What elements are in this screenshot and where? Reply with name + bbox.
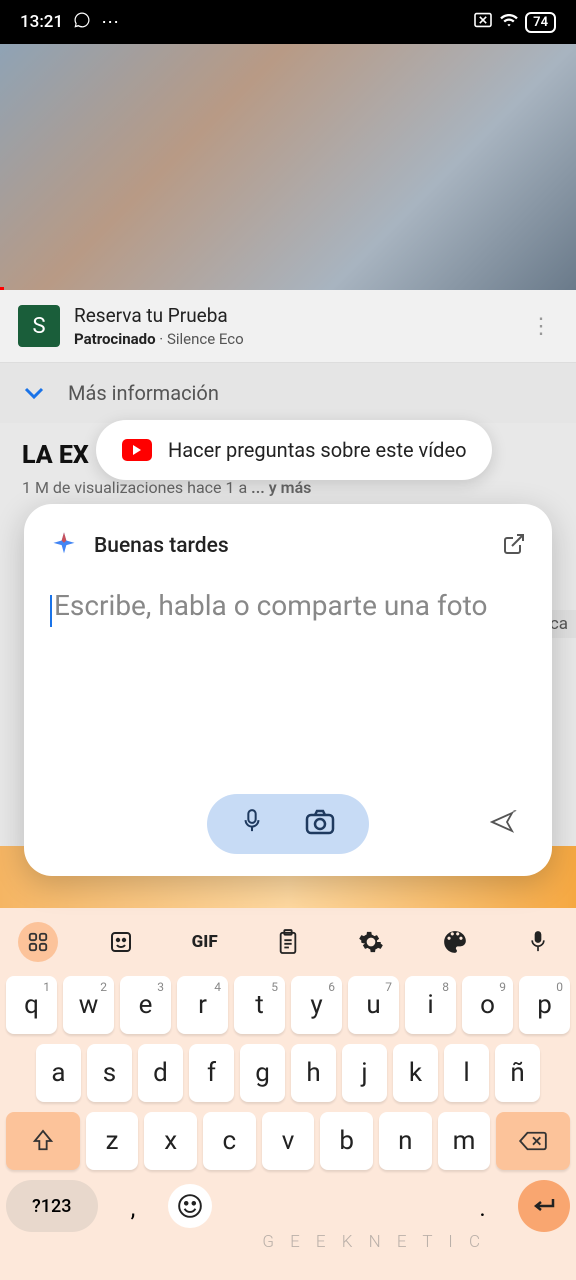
kb-gif-button[interactable]: GIF <box>185 922 225 962</box>
key-f[interactable]: f <box>189 1044 234 1102</box>
more-icon: ⋯ <box>101 12 119 33</box>
key-e[interactable]: e3 <box>120 976 171 1034</box>
key-i[interactable]: i8 <box>405 976 456 1034</box>
action-pill <box>207 794 369 854</box>
key-z[interactable]: z <box>86 1112 139 1170</box>
camera-icon[interactable] <box>305 809 335 839</box>
kb-row-3: zxcvbnm <box>6 1112 570 1170</box>
status-bar: 13:21 ⋯ 74 <box>0 0 576 44</box>
key-l[interactable]: l <box>444 1044 489 1102</box>
ad-title: Reserva tu Prueba <box>74 304 510 327</box>
more-info-label: Más información <box>68 381 219 405</box>
key-t[interactable]: t5 <box>234 976 285 1034</box>
status-time: 13:21 <box>20 12 63 32</box>
key-n[interactable]: n <box>379 1112 432 1170</box>
key-comma[interactable]: , <box>104 1180 163 1232</box>
kb-clipboard-icon[interactable] <box>268 922 308 962</box>
key-r[interactable]: r4 <box>177 976 228 1034</box>
send-icon[interactable] <box>490 810 518 838</box>
status-left: 13:21 ⋯ <box>20 11 119 33</box>
kb-settings-icon[interactable] <box>351 922 391 962</box>
kb-row-2: asdfghjklñ <box>6 1044 570 1102</box>
chevron-down-icon <box>24 384 44 403</box>
keyboard-rows: q1w2e3r4t5y6u7i8o9p0 asdfghjklñ zxcvbnm <box>0 976 576 1170</box>
cast-icon <box>473 12 493 32</box>
key-a[interactable]: a <box>36 1044 81 1102</box>
shift-key[interactable] <box>6 1112 80 1170</box>
key-123[interactable]: ?123 <box>6 1180 98 1232</box>
status-right: 74 <box>473 12 556 33</box>
video-meta: 1 M de visualizaciones hace 1 a ... y má… <box>22 478 554 497</box>
kb-palette-icon[interactable] <box>435 922 475 962</box>
suggestion-pill[interactable]: Hacer preguntas sobre este vídeo <box>96 420 492 480</box>
youtube-icon <box>122 439 152 461</box>
kb-apps-icon[interactable] <box>18 922 58 962</box>
input-placeholder: Escribe, habla o comparte una foto <box>54 589 488 622</box>
key-d[interactable]: d <box>138 1044 183 1102</box>
keyboard-toolbar: GIF <box>0 908 576 976</box>
key-k[interactable]: k <box>393 1044 438 1102</box>
assistant-header: Buenas tardes <box>50 530 526 562</box>
suggestion-text: Hacer preguntas sobre este vídeo <box>168 438 466 462</box>
ad-card[interactable]: S Reserva tu Prueba Patrocinado · Silenc… <box>0 290 576 362</box>
key-w[interactable]: w2 <box>63 976 114 1034</box>
ad-avatar: S <box>18 305 60 347</box>
key-c[interactable]: c <box>203 1112 256 1170</box>
assistant-actions <box>24 794 552 854</box>
video-player[interactable] <box>0 44 576 290</box>
key-h[interactable]: h <box>291 1044 336 1102</box>
sparkle-icon <box>50 530 78 562</box>
key-emoji[interactable] <box>168 1184 212 1228</box>
key-j[interactable]: j <box>342 1044 387 1102</box>
key-p[interactable]: p0 <box>519 976 570 1034</box>
battery-indicator: 74 <box>525 12 556 33</box>
key-q[interactable]: q1 <box>6 976 57 1034</box>
key-m[interactable]: m <box>438 1112 491 1170</box>
key-u[interactable]: u7 <box>348 976 399 1034</box>
kb-bottom-row: ?123 , . <box>0 1180 576 1232</box>
key-y[interactable]: y6 <box>291 976 342 1034</box>
backspace-key[interactable] <box>496 1112 570 1170</box>
key-dot[interactable]: . <box>453 1180 512 1232</box>
assistant-input[interactable]: Escribe, habla o comparte una foto <box>50 586 526 627</box>
key-v[interactable]: v <box>262 1112 315 1170</box>
wifi-icon <box>499 12 519 32</box>
key-enter[interactable] <box>518 1180 570 1232</box>
keyboard: GIF q1w2e3r4t5y6u7i8o9p0 asdfghjklñ zxcv… <box>0 908 576 1280</box>
assistant-panel: Buenas tardes Escribe, habla o comparte … <box>24 504 552 876</box>
key-x[interactable]: x <box>144 1112 197 1170</box>
whatsapp-icon <box>73 11 91 33</box>
key-space[interactable] <box>218 1180 447 1232</box>
ad-text: Reserva tu Prueba Patrocinado · Silence … <box>74 304 510 348</box>
watermark: G E E K N E T I C <box>262 1232 486 1252</box>
open-external-icon[interactable] <box>502 532 526 560</box>
kb-mic-icon[interactable] <box>518 922 558 962</box>
assistant-greeting: Buenas tardes <box>94 534 229 558</box>
mic-icon[interactable] <box>241 808 263 840</box>
text-cursor <box>50 595 52 627</box>
ad-subtitle: Patrocinado · Silence Eco <box>74 330 510 348</box>
key-ñ[interactable]: ñ <box>495 1044 540 1102</box>
kb-row-1: q1w2e3r4t5y6u7i8o9p0 <box>6 976 570 1034</box>
key-b[interactable]: b <box>320 1112 373 1170</box>
key-s[interactable]: s <box>87 1044 132 1102</box>
kb-sticker-icon[interactable] <box>101 922 141 962</box>
key-o[interactable]: o9 <box>462 976 513 1034</box>
more-info-row[interactable]: Más información <box>0 362 576 423</box>
ad-more-icon[interactable]: ⋮ <box>524 314 558 339</box>
key-g[interactable]: g <box>240 1044 285 1102</box>
